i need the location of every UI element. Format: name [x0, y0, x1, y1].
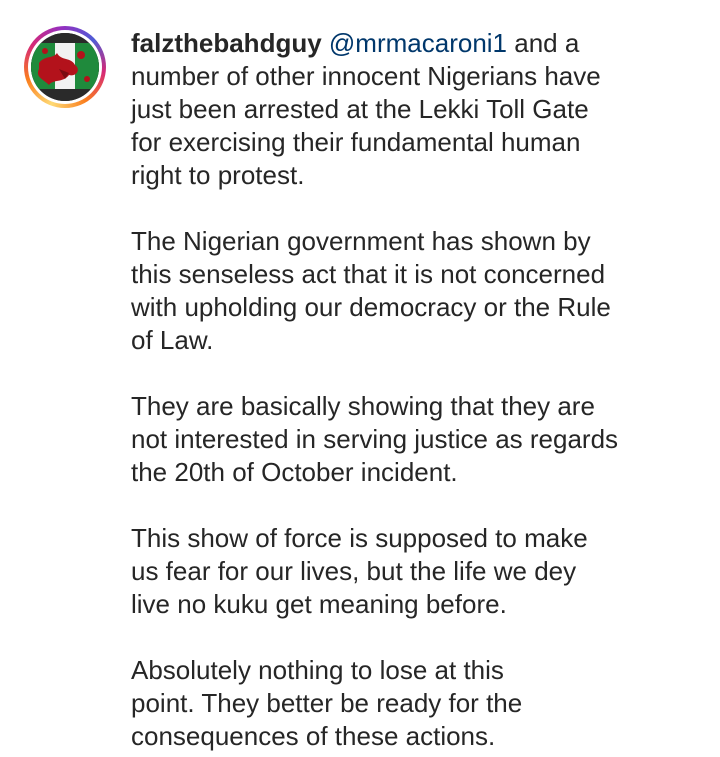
avatar[interactable]: [31, 33, 99, 101]
caption-paragraph-1: falzthebahdguy @mrmacaroni1 and a number…: [131, 27, 691, 192]
comment-post: falzthebahdguy @mrmacaroni1 and a number…: [0, 0, 720, 757]
mention-link[interactable]: @mrmacaroni1: [329, 28, 507, 58]
avatar-story-ring[interactable]: [24, 26, 106, 108]
caption: falzthebahdguy @mrmacaroni1 and a number…: [131, 27, 691, 753]
caption-paragraph-4: This show of force is supposed to make u…: [131, 523, 588, 619]
caption-paragraph-3: They are basically showing that they are…: [131, 391, 619, 487]
profile-picture-icon: [31, 33, 99, 101]
caption-paragraph-2: The Nigerian government has shown by thi…: [131, 226, 611, 355]
caption-paragraph-5: Absolutely nothing to lose at this point…: [131, 655, 523, 751]
username-link[interactable]: falzthebahdguy: [131, 28, 322, 58]
